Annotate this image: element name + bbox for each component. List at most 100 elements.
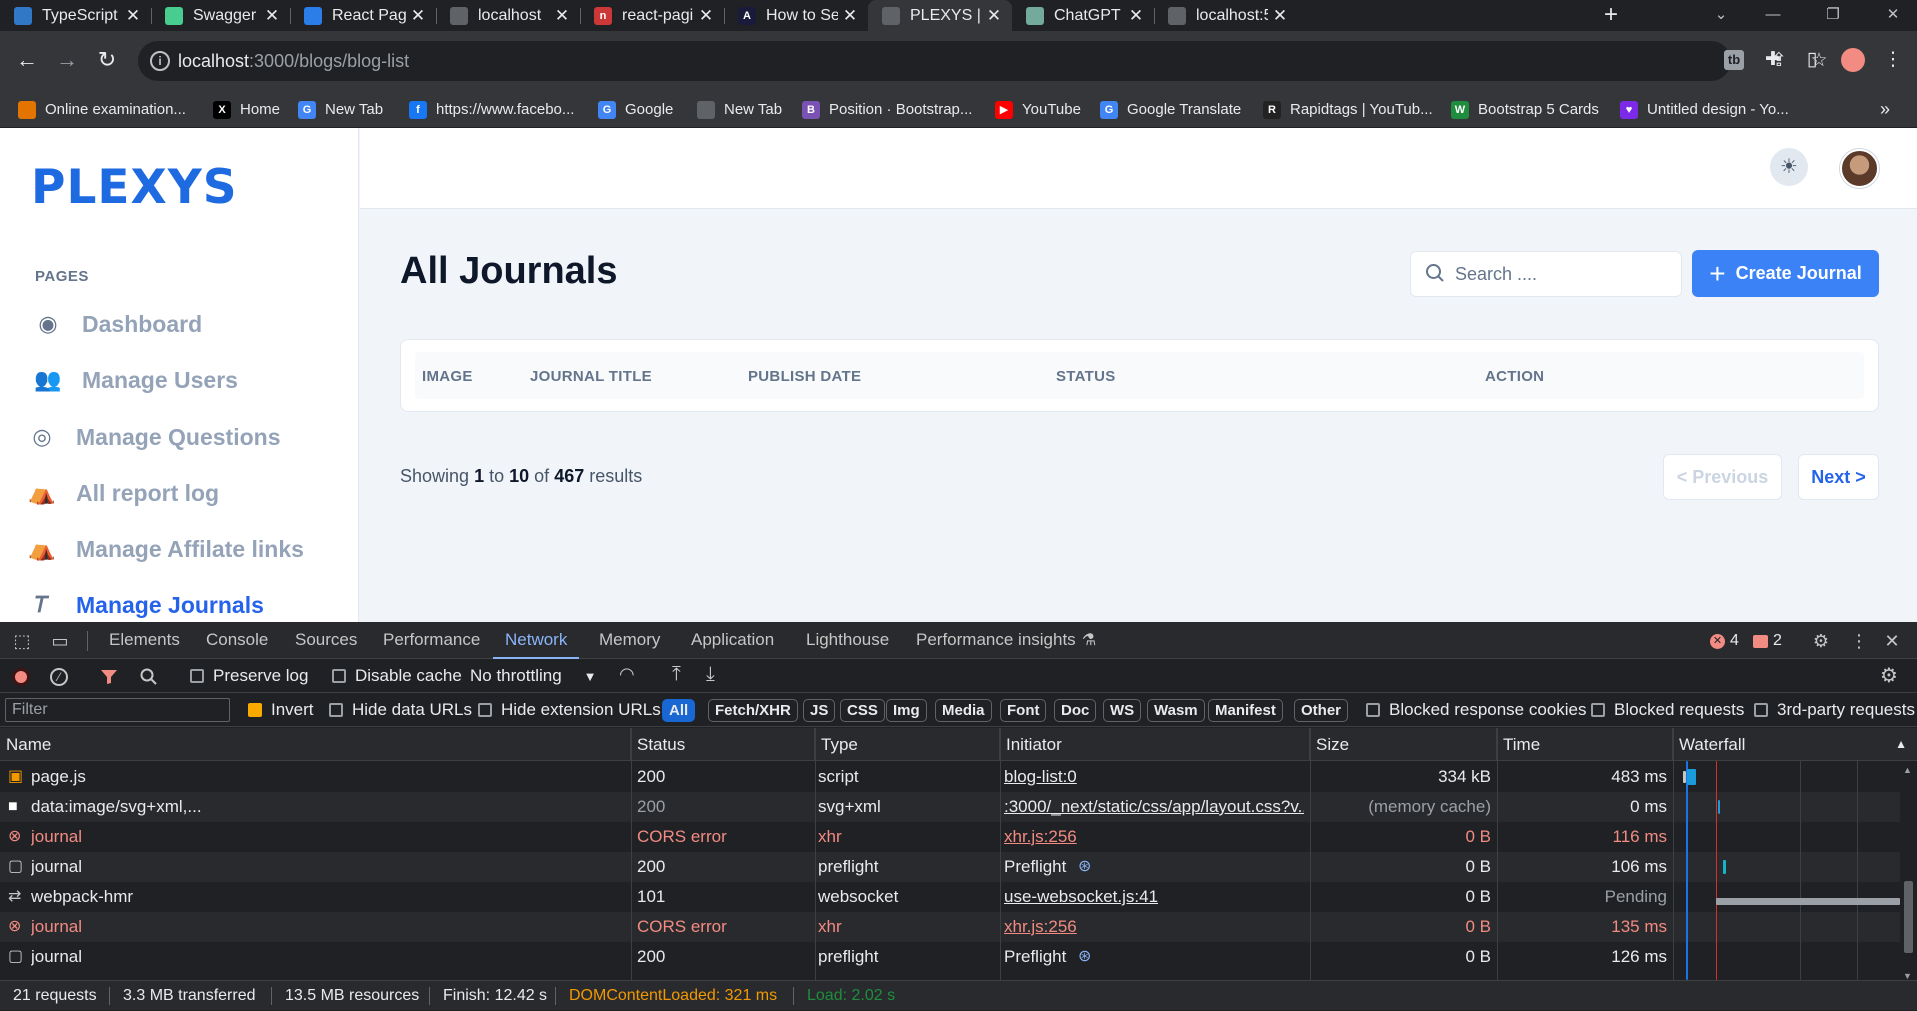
- network-row[interactable]: ▣ page.js 200 script blog-list:0 334 kB 483 ms: [0, 762, 1900, 792]
- col-time[interactable]: Time: [1497, 728, 1673, 761]
- window-minimize-icon[interactable]: —: [1750, 0, 1796, 31]
- request-name[interactable]: page.js: [31, 762, 621, 792]
- sidebar-item-all-report-log[interactable]: ⛺ All report log: [28, 476, 219, 510]
- request-initiator[interactable]: blog-list:0: [1004, 762, 1304, 792]
- col-name[interactable]: Name: [0, 728, 631, 761]
- bookmarks-overflow-icon[interactable]: »: [1880, 91, 1890, 128]
- network-row[interactable]: ⇄ webpack-hmr 101 websocket use-websocket.js…: [0, 882, 1900, 912]
- scroll-up-icon[interactable]: ▲: [1903, 765, 1912, 775]
- tab-close-icon[interactable]: ✕: [550, 6, 574, 26]
- export-har-icon[interactable]: ⤓: [706, 663, 715, 686]
- bookmark-item[interactable]: R Rapidtags | YouTub...: [1263, 91, 1433, 128]
- blocked-requests-checkbox[interactable]: Blocked requests: [1591, 700, 1744, 720]
- devtools-tab-network[interactable]: Network: [493, 622, 580, 659]
- theme-toggle-icon[interactable]: ☀: [1770, 148, 1808, 186]
- tab-close-icon[interactable]: ✕: [121, 6, 145, 26]
- devtools-tab-performance-insights[interactable]: Performance insights: [916, 622, 1076, 659]
- new-tab-button[interactable]: +: [1598, 0, 1624, 31]
- window-close-icon[interactable]: ✕: [1870, 0, 1916, 31]
- col-waterfall[interactable]: Waterfall ▲: [1673, 728, 1917, 761]
- col-status-net[interactable]: Status: [631, 728, 815, 761]
- request-initiator[interactable]: use-websocket.js:41: [1004, 882, 1304, 912]
- filter-input[interactable]: [5, 698, 230, 722]
- address-bar[interactable]: i localhost:3000/blogs/blog-list ⇪ ☆: [138, 41, 1828, 81]
- bookmark-item[interactable]: New Tab: [697, 91, 782, 128]
- browser-tab[interactable]: localhost:517✕: [1154, 0, 1298, 31]
- forward-icon[interactable]: →: [50, 43, 84, 77]
- request-initiator[interactable]: xhr.js:256: [1004, 912, 1304, 942]
- filter-funnel-icon[interactable]: [100, 669, 118, 685]
- filter-chip-img[interactable]: Img: [886, 699, 927, 722]
- side-panel-icon[interactable]: ▯: [1795, 43, 1829, 77]
- tab-close-icon[interactable]: ✕: [260, 6, 284, 26]
- minimize-button[interactable]: ⌄: [1698, 0, 1744, 31]
- filter-chip-ws[interactable]: WS: [1103, 699, 1142, 722]
- filter-chip-wasm[interactable]: Wasm: [1147, 699, 1205, 722]
- browser-tab[interactable]: n react-paginat✕: [580, 0, 724, 31]
- col-size[interactable]: Size: [1310, 728, 1497, 761]
- chrome-menu-icon[interactable]: ⋮: [1876, 43, 1910, 77]
- throttling-select[interactable]: No throttling ▼: [470, 666, 597, 686]
- request-name[interactable]: data:image/svg+xml,...: [31, 792, 621, 822]
- browser-tab[interactable]: localhost ✕: [436, 0, 580, 31]
- scroll-thumb[interactable]: [1904, 881, 1913, 953]
- devtools-tab-console[interactable]: Console: [206, 622, 268, 659]
- network-settings-icon[interactable]: ⚙: [1880, 663, 1898, 688]
- tab-close-icon[interactable]: ✕: [838, 6, 862, 26]
- tab-close-icon[interactable]: ✕: [1124, 6, 1148, 26]
- clear-icon[interactable]: ⁄: [50, 668, 68, 686]
- devtools-settings-icon[interactable]: ⚙: [1809, 629, 1833, 653]
- col-type[interactable]: Type: [815, 728, 1000, 761]
- filter-chip-other[interactable]: Other: [1294, 699, 1349, 722]
- reload-icon[interactable]: ↻: [90, 43, 124, 77]
- devtools-tab-application[interactable]: Application: [691, 622, 774, 659]
- user-avatar[interactable]: [1840, 149, 1879, 188]
- browser-tab[interactable]: A How to Searc✕: [724, 0, 868, 31]
- network-conditions-icon[interactable]: ◠: [619, 664, 635, 685]
- bookmark-item[interactable]: ♥ Untitled design - Yo...: [1620, 91, 1789, 128]
- sidebar-item-manage-questions[interactable]: ◎ Manage Questions: [28, 420, 280, 454]
- create-journal-button[interactable]: + Create Journal: [1692, 250, 1879, 297]
- third-party-checkbox[interactable]: 3rd-party requests: [1754, 700, 1915, 720]
- next-page-button[interactable]: Next >: [1798, 454, 1879, 500]
- devtools-tab-lighthouse[interactable]: Lighthouse: [806, 622, 889, 659]
- tab-close-icon[interactable]: ✕: [406, 6, 430, 26]
- invert-checkbox[interactable]: Invert: [248, 700, 314, 720]
- browser-tab[interactable]: React Paginat✕: [290, 0, 436, 31]
- bookmark-item[interactable]: ▶ YouTube: [995, 91, 1081, 128]
- bookmark-item[interactable]: X Home: [213, 91, 280, 128]
- app-logo[interactable]: PLEXYS: [31, 160, 238, 215]
- bookmark-item[interactable]: Online examination...: [18, 91, 186, 128]
- bookmark-item[interactable]: G Google Translate: [1100, 91, 1241, 128]
- issues-counter[interactable]: 2: [1753, 629, 1782, 653]
- sidebar-item-manage-users[interactable]: 👥 Manage Users: [34, 363, 238, 397]
- col-initiator[interactable]: Initiator: [1000, 728, 1310, 761]
- blocked-cookies-checkbox[interactable]: Blocked response cookies: [1366, 700, 1587, 720]
- previous-page-button[interactable]: < Previous: [1663, 454, 1782, 500]
- hide-extension-urls-checkbox[interactable]: Hide extension URLs: [478, 700, 661, 720]
- back-icon[interactable]: ←: [10, 43, 44, 77]
- bookmark-item[interactable]: f https://www.facebo...: [409, 91, 574, 128]
- sidebar-item-dashboard[interactable]: ◉ Dashboard: [34, 307, 202, 341]
- devtools-tab-elements[interactable]: Elements: [109, 622, 180, 659]
- search-network-icon[interactable]: [140, 668, 158, 686]
- tab-close-icon[interactable]: ✕: [982, 6, 1006, 26]
- request-name[interactable]: journal: [31, 822, 621, 852]
- request-initiator[interactable]: :3000/_next/static/css/app/layout.css?v.…: [1004, 792, 1304, 822]
- sidebar-item-manage-journals[interactable]: 𝑇 Manage Journals: [28, 588, 264, 622]
- browser-tab[interactable]: Swagger UI✕: [151, 0, 290, 31]
- tab-close-icon[interactable]: ✕: [694, 6, 718, 26]
- preflight-link-icon[interactable]: ⊛: [1078, 852, 1098, 882]
- network-row[interactable]: ⊗ journal CORS error xhr xhr.js:256 0 B 116 ms: [0, 822, 1900, 852]
- extensions-puzzle-icon[interactable]: ✚: [1756, 43, 1790, 77]
- inspect-element-icon[interactable]: ⬚: [10, 629, 34, 653]
- devtools-tab-sources[interactable]: Sources: [295, 622, 357, 659]
- network-scrollbar[interactable]: ▲ ▼: [1900, 761, 1917, 981]
- filter-chip-js[interactable]: JS: [803, 699, 836, 722]
- preserve-log-checkbox[interactable]: Preserve log: [190, 666, 308, 686]
- network-row[interactable]: ⊗ journal CORS error xhr xhr.js:256 0 B 135 ms: [0, 912, 1900, 942]
- extension-tb-icon[interactable]: tb: [1717, 43, 1751, 77]
- browser-tab[interactable]: ChatGPT ✕: [1012, 0, 1154, 31]
- bookmark-item[interactable]: G New Tab: [298, 91, 383, 128]
- record-icon[interactable]: [12, 668, 30, 686]
